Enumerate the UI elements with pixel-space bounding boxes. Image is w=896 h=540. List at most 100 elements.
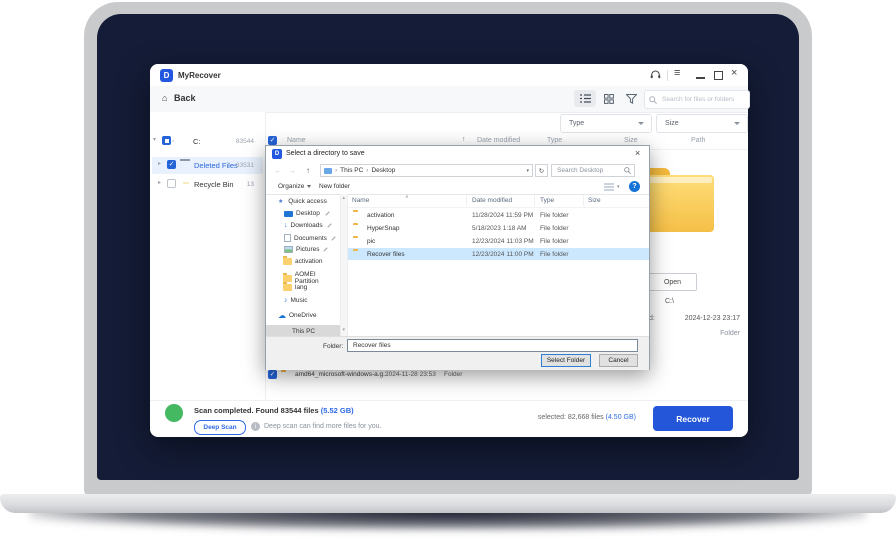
tree-label: lang: [295, 284, 307, 291]
back-arrow-icon[interactable]: ←: [274, 166, 282, 175]
sidebar-item-deleted-files[interactable]: ▸ Deleted Files 83531: [152, 157, 263, 174]
file-type: File folder: [540, 212, 569, 219]
scroll-down-icon[interactable]: ▾: [343, 327, 346, 333]
scroll-up-icon[interactable]: ▴: [343, 195, 346, 201]
chevron-icon: ›: [335, 167, 337, 174]
cancel-button[interactable]: Cancel: [599, 354, 638, 367]
tree-item-this-pc[interactable]: This PC: [266, 325, 340, 336]
close-icon[interactable]: ×: [731, 67, 737, 79]
app-search-box[interactable]: [644, 90, 750, 109]
file-name: HyperSnap: [367, 225, 400, 232]
list-view-button[interactable]: [574, 90, 596, 107]
filter-funnel-icon[interactable]: [624, 92, 638, 105]
list-item-selected[interactable]: Recover files 12/23/2024 11:00 PM File f…: [348, 248, 649, 260]
tree-label: AOMEI Partition: [295, 271, 340, 285]
maximize-icon[interactable]: [714, 71, 723, 80]
file-type: File folder: [540, 251, 569, 258]
caret-right-icon[interactable]: ▸: [158, 179, 161, 186]
dialog-search-box[interactable]: [551, 164, 635, 177]
open-button[interactable]: Open: [648, 273, 697, 291]
tree-item-onedrive[interactable]: ☁ OneDrive: [278, 312, 316, 319]
deep-scan-button[interactable]: Deep Scan: [194, 420, 246, 435]
folder-name-input[interactable]: [351, 341, 634, 350]
sort-asc-icon: ∧: [405, 194, 409, 200]
row-type: Folder: [444, 371, 462, 378]
music-icon: ♪: [284, 297, 288, 304]
support-headset-icon[interactable]: [648, 69, 662, 81]
forward-arrow-icon[interactable]: →: [288, 166, 296, 175]
chevron-down-icon[interactable]: ▾: [617, 184, 620, 190]
column-path[interactable]: Path: [691, 137, 705, 144]
recover-button[interactable]: Recover: [653, 406, 733, 431]
organize-menu[interactable]: Organize: [278, 183, 311, 190]
list-column-name[interactable]: Name: [352, 197, 369, 204]
grid-view-button[interactable]: [602, 92, 616, 105]
tree-item-pictures[interactable]: Pictures: [284, 246, 328, 253]
tree-item-lang[interactable]: lang: [283, 284, 307, 291]
app-titlebar: D MyRecover ≡ ×: [150, 64, 748, 86]
sidebar-item-drive-c[interactable]: ▾ C: 83544: [150, 133, 263, 150]
chevron-icon: ›: [366, 167, 368, 174]
list-item[interactable]: activation 11/28/2024 11:59 PM File fold…: [348, 209, 649, 221]
back-button[interactable]: ⌂ Back: [162, 93, 195, 103]
minimize-icon[interactable]: [696, 77, 705, 79]
caret-right-icon[interactable]: ▸: [158, 160, 161, 167]
folder-name-field[interactable]: [347, 339, 638, 352]
tree-item-downloads[interactable]: ↓ Downloads: [284, 222, 332, 229]
recycle-bin-checkbox[interactable]: [167, 179, 176, 188]
folder-icon: [283, 258, 292, 265]
cloud-icon: ☁: [278, 313, 286, 319]
address-dropdown-icon[interactable]: ▾: [526, 168, 529, 174]
drive-c-checkbox[interactable]: [162, 136, 171, 145]
up-arrow-icon[interactable]: ↑: [306, 166, 310, 175]
view-options-icon[interactable]: [604, 183, 614, 193]
row-name: amd64_microsoft-windows-a.g...: [295, 371, 389, 378]
dialog-search-input[interactable]: [555, 166, 624, 175]
sidebar-item-recycle-bin[interactable]: ▸ Recycle Bin 13: [152, 176, 263, 193]
tree-scrollbar[interactable]: ▴ ▾: [340, 194, 348, 336]
column-name[interactable]: Name: [287, 137, 306, 144]
scan-size-text: (5.52 GB): [321, 406, 354, 415]
type-filter-select[interactable]: Type: [560, 114, 652, 133]
list-column-size[interactable]: Size: [588, 197, 601, 204]
refresh-button[interactable]: ↻: [535, 164, 548, 177]
tree-item-music[interactable]: ♪ Music: [284, 297, 307, 304]
list-item[interactable]: HyperSnap 5/18/2023 1:18 AM File folder: [348, 222, 649, 234]
help-icon[interactable]: ?: [629, 181, 640, 192]
column-type[interactable]: Type: [547, 137, 562, 144]
menu-icon[interactable]: ≡: [674, 67, 680, 79]
list-column-date[interactable]: Date modified: [472, 197, 512, 204]
address-bar[interactable]: › This PC › Desktop ▾: [320, 164, 533, 177]
row-checkbox[interactable]: [268, 370, 277, 379]
breadcrumb-root[interactable]: This PC: [340, 167, 363, 174]
caret-down-icon[interactable]: ▾: [153, 136, 156, 143]
tree-item-quick-access[interactable]: ★ Quick access: [278, 198, 327, 205]
search-icon: [624, 167, 631, 174]
breadcrumb-folder[interactable]: Desktop: [371, 167, 395, 174]
list-item[interactable]: pic 12/23/2024 11:03 PM File folder: [348, 235, 649, 247]
select-folder-button[interactable]: Select Folder: [541, 354, 591, 367]
pin-icon: [325, 211, 329, 215]
tree-item-activation[interactable]: activation: [283, 258, 322, 265]
monitor-icon: [284, 211, 293, 217]
column-size[interactable]: Size: [624, 137, 638, 144]
app-search-input[interactable]: [660, 95, 745, 104]
tree-label: Pictures: [296, 246, 319, 253]
sort-up-icon[interactable]: ↑: [462, 136, 466, 143]
dialog-titlebar[interactable]: D Select a directory to save ×: [266, 146, 649, 162]
dialog-close-icon[interactable]: ×: [635, 148, 640, 158]
tree-item-documents[interactable]: Documents: [284, 234, 336, 242]
list-column-type[interactable]: Type: [540, 197, 554, 204]
table-row[interactable]: amd64_microsoft-windows-a.g... 2024-11-2…: [265, 368, 748, 383]
file-name: pic: [367, 238, 375, 245]
deleted-files-checkbox[interactable]: [167, 160, 176, 169]
new-folder-button[interactable]: New folder: [319, 183, 350, 190]
select-all-checkbox[interactable]: [268, 136, 277, 145]
tree-item-desktop[interactable]: Desktop: [284, 210, 330, 217]
chevron-down-icon: [734, 122, 740, 125]
chevron-down-icon: [638, 122, 644, 125]
star-icon: ★: [278, 199, 283, 205]
tree-item-aomei-partition[interactable]: AOMEI Partition: [283, 271, 340, 285]
column-date-modified[interactable]: Date modified: [477, 137, 520, 144]
size-filter-select[interactable]: Size: [656, 114, 748, 133]
